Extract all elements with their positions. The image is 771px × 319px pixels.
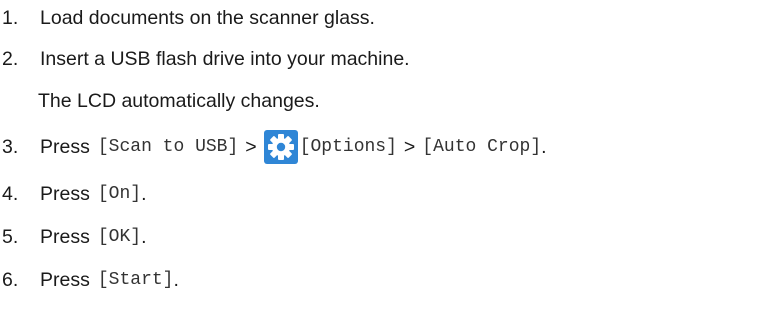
step-number: 1. xyxy=(2,6,19,29)
press-text: Press xyxy=(40,182,90,205)
gear-icon xyxy=(263,130,298,164)
step-4: 4. Press [On] . xyxy=(0,177,147,211)
period: . xyxy=(141,225,147,248)
period: . xyxy=(541,135,547,158)
step-number: 5. xyxy=(2,225,19,248)
separator: > xyxy=(245,135,257,158)
options-key: [Options] xyxy=(299,137,397,157)
step-text: Load documents on the scanner glass. xyxy=(40,6,375,29)
step-number: 3. xyxy=(2,135,19,158)
step-5: 5. Press [OK] . xyxy=(0,220,147,254)
period: . xyxy=(141,182,147,205)
on-key: [On] xyxy=(97,184,142,204)
ok-key: [OK] xyxy=(97,227,142,247)
press-text: Press xyxy=(40,225,90,248)
start-key: [Start] xyxy=(97,270,174,290)
scan-to-usb-key: [Scan to USB] xyxy=(97,137,239,157)
separator: > xyxy=(403,135,416,158)
press-text: Press xyxy=(40,268,90,291)
step-1: 1. Load documents on the scanner glass. xyxy=(0,1,375,35)
auto-crop-key: [Auto Crop] xyxy=(422,137,542,157)
step-text: Insert a USB flash drive into your machi… xyxy=(40,47,410,70)
step-number: 4. xyxy=(2,182,19,205)
step-number: 6. xyxy=(2,268,19,291)
step-2: 2. Insert a USB flash drive into your ma… xyxy=(0,42,410,76)
step-2-note: The LCD automatically changes. xyxy=(38,89,320,112)
step-6: 6. Press [Start] . xyxy=(0,263,179,297)
press-text: Press xyxy=(40,135,90,158)
period: . xyxy=(173,268,179,291)
step-3: 3. Press [Scan to USB] > [Options] > [Au… xyxy=(0,130,547,164)
step-number: 2. xyxy=(2,47,19,70)
